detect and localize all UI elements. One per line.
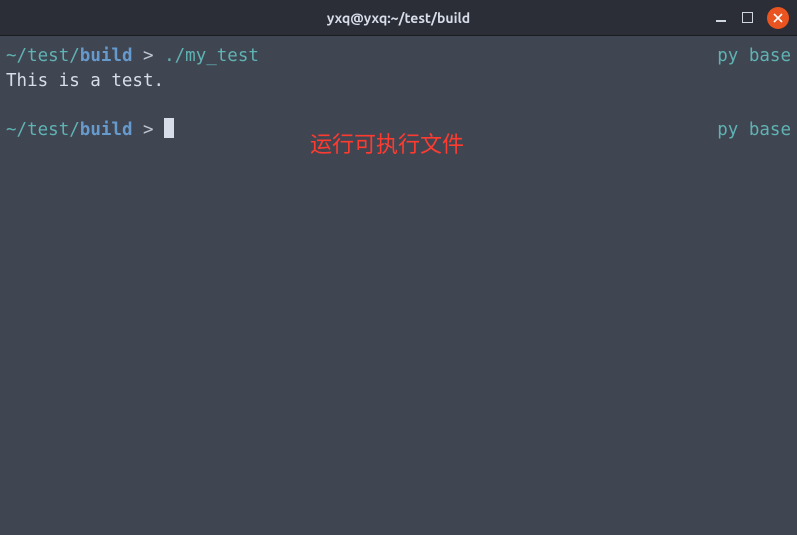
output-line: This is a test. <box>6 69 791 94</box>
prompt-path-seg: test <box>27 118 69 143</box>
close-icon <box>773 13 783 23</box>
annotation-label: 运行可执行文件 <box>310 130 464 161</box>
env-indicator: py base <box>717 118 791 143</box>
prompt-path-seg-cwd: build <box>80 118 133 143</box>
prompt-path-seg: test <box>27 44 69 69</box>
prompt-path-seg-cwd: build <box>80 44 133 69</box>
prompt-slash: / <box>17 44 28 69</box>
blank-line <box>6 93 791 118</box>
prompt-symbol: > <box>132 44 164 69</box>
terminal-body[interactable]: ~/test/build > ./my_test py base This is… <box>0 36 797 535</box>
minimize-icon <box>716 20 726 22</box>
prompt-slash: / <box>17 118 28 143</box>
prompt-slash: / <box>69 44 80 69</box>
window-title: yxq@yxq:~/test/build <box>327 10 470 26</box>
prompt-slash: / <box>69 118 80 143</box>
maximize-button[interactable] <box>742 12 753 23</box>
prompt-tilde: ~ <box>6 44 17 69</box>
prompt-left: ~/test/build > ./my_test <box>6 44 259 69</box>
prompt-line: ~/test/build > ./my_test py base <box>6 44 791 69</box>
prompt-left: ~/test/build > <box>6 118 174 143</box>
terminal-window: yxq@yxq:~/test/build ~/test/build > ./my… <box>0 0 797 535</box>
cursor-icon <box>164 118 174 138</box>
prompt-tilde: ~ <box>6 118 17 143</box>
command-text: ./my_test <box>164 44 259 69</box>
window-controls <box>714 7 789 29</box>
env-indicator: py base <box>717 44 791 69</box>
prompt-symbol: > <box>132 118 164 143</box>
close-button[interactable] <box>767 7 789 29</box>
titlebar[interactable]: yxq@yxq:~/test/build <box>0 0 797 36</box>
minimize-button[interactable] <box>714 11 728 25</box>
